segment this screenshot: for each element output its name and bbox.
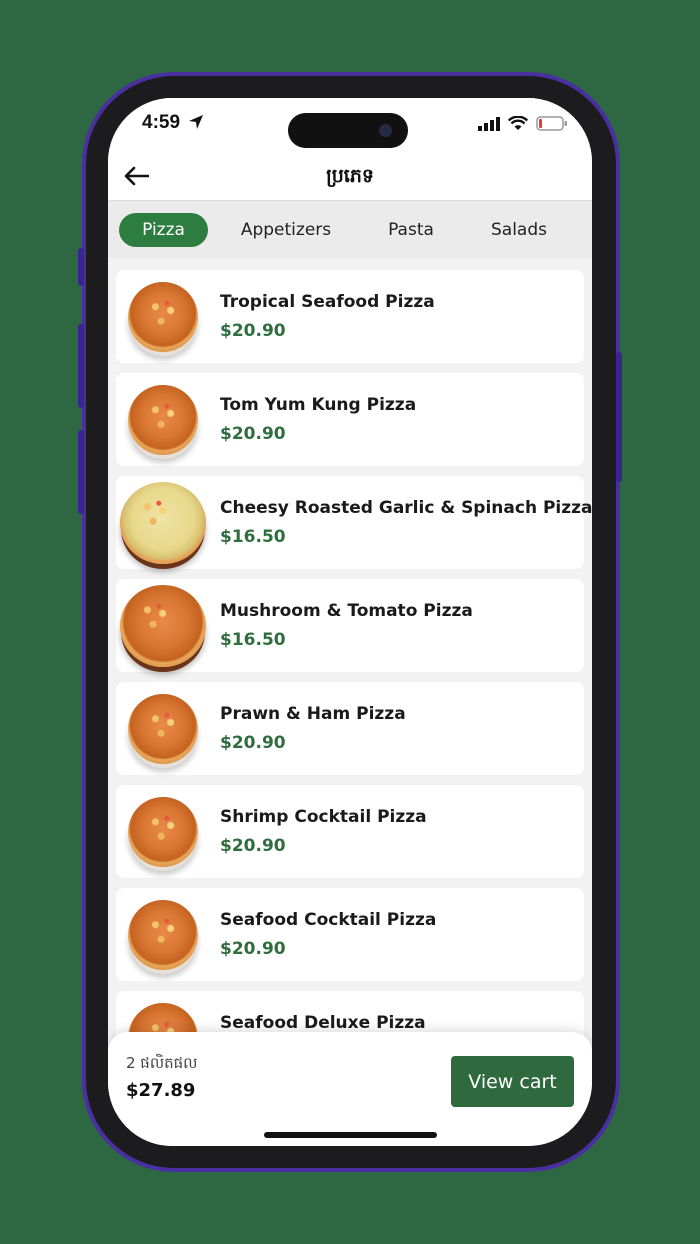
home-indicator[interactable] xyxy=(264,1132,437,1138)
cart-bar: 2 ផលិតផល $27.89 View cart xyxy=(108,1032,592,1146)
item-name: Seafood Deluxe Pizza xyxy=(220,1013,426,1033)
list-item[interactable]: Tropical Seafood Pizza $20.90 xyxy=(116,270,584,363)
item-price: $20.90 xyxy=(220,424,286,444)
side-button xyxy=(78,430,84,514)
camera-icon xyxy=(379,124,392,137)
cart-total: $27.89 xyxy=(126,1080,196,1101)
item-price: $20.90 xyxy=(220,321,286,341)
signal-icon xyxy=(478,116,500,131)
pizza-image xyxy=(128,797,198,867)
status-time: 4:59 xyxy=(142,112,181,133)
item-name: Tropical Seafood Pizza xyxy=(220,292,435,312)
status-icons xyxy=(478,116,568,131)
item-price: $20.90 xyxy=(220,733,286,753)
pizza-image xyxy=(120,482,206,564)
side-button xyxy=(78,324,84,408)
item-name: Cheesy Roasted Garlic & Spinach Pizza xyxy=(220,498,592,518)
header: ប្រភេទ xyxy=(108,154,592,200)
page-title: ប្រភេទ xyxy=(326,165,374,187)
item-price: $16.50 xyxy=(220,527,286,547)
list-item[interactable]: Mushroom & Tomato Pizza $16.50 xyxy=(116,579,584,672)
location-arrow-icon xyxy=(189,115,203,129)
list-item[interactable]: Tom Yum Kung Pizza $20.90 xyxy=(116,373,584,466)
item-name: Prawn & Ham Pizza xyxy=(220,704,406,724)
item-name: Mushroom & Tomato Pizza xyxy=(220,601,473,621)
app-screen: 4:59 ប្រភេទ Pizza Appetizers Pasta Salad… xyxy=(108,98,592,1146)
tab-salads[interactable]: Salads xyxy=(482,213,556,247)
dynamic-island xyxy=(288,113,408,148)
item-name: Tom Yum Kung Pizza xyxy=(220,395,417,415)
pizza-image xyxy=(128,694,198,764)
list-item[interactable]: Seafood Cocktail Pizza $20.90 xyxy=(116,888,584,981)
cart-item-count: 2 ផលិតផល xyxy=(126,1054,198,1072)
wifi-icon xyxy=(508,116,528,130)
view-cart-button[interactable]: View cart xyxy=(451,1056,574,1107)
pizza-image xyxy=(120,585,206,667)
item-price: $20.90 xyxy=(220,939,286,959)
item-name: Shrimp Cocktail Pizza xyxy=(220,807,427,827)
side-button xyxy=(616,352,622,482)
tab-pizza[interactable]: Pizza xyxy=(119,213,208,247)
side-button xyxy=(78,248,84,286)
list-item[interactable]: Prawn & Ham Pizza $20.90 xyxy=(116,682,584,775)
pizza-image xyxy=(128,282,198,352)
item-price: $20.90 xyxy=(220,836,286,856)
pizza-image xyxy=(128,900,198,970)
tab-appetizers[interactable]: Appetizers xyxy=(232,213,340,247)
pizza-image xyxy=(128,385,198,455)
status-bar: 4:59 xyxy=(108,98,592,154)
product-list: Tropical Seafood Pizza $20.90 Tom Yum Ku… xyxy=(116,270,592,1094)
list-item[interactable]: Shrimp Cocktail Pizza $20.90 xyxy=(116,785,584,878)
tab-pasta[interactable]: Pasta xyxy=(374,213,448,247)
item-name: Seafood Cocktail Pizza xyxy=(220,910,437,930)
category-tabs: Pizza Appetizers Pasta Salads xyxy=(108,200,592,258)
list-item[interactable]: Cheesy Roasted Garlic & Spinach Pizza $1… xyxy=(116,476,592,569)
battery-low-icon xyxy=(536,116,567,131)
item-price: $16.50 xyxy=(220,630,286,650)
